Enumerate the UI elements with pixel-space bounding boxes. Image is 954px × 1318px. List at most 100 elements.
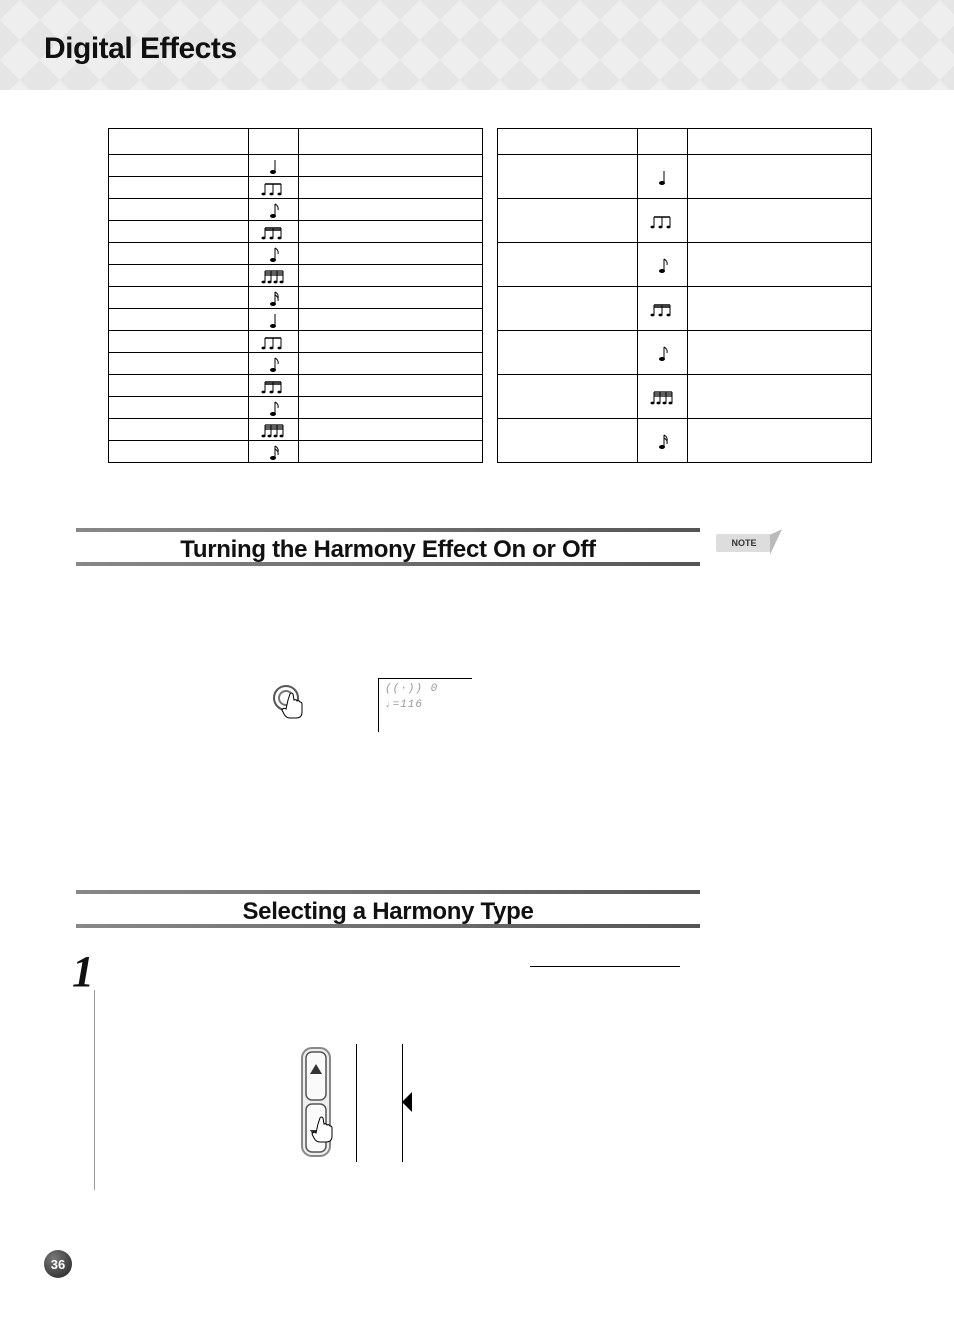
- music-note-icon: [656, 431, 670, 447]
- effect-name-cell: [109, 199, 249, 221]
- effect-name-cell: [109, 419, 249, 441]
- effect-name-cell: [498, 419, 638, 463]
- effect-desc-cell: [299, 353, 483, 375]
- note-badge: NOTE: [716, 534, 772, 552]
- lcd-display: ((·)) 0 ♩=116: [378, 678, 472, 732]
- effect-desc-cell: [299, 221, 483, 243]
- note-icon-cell: [249, 265, 299, 287]
- effect-name-cell: [109, 441, 249, 463]
- note-icon-cell: [249, 441, 299, 463]
- effect-name-cell: [498, 287, 638, 331]
- music-note-icon: [656, 343, 670, 359]
- note-icon-cell: [638, 419, 688, 463]
- table-row: [109, 199, 483, 221]
- music-note-icon: [267, 200, 281, 216]
- note-icon-cell: [249, 375, 299, 397]
- effect-name-cell: [109, 287, 249, 309]
- table-row: [109, 221, 483, 243]
- note-icon-cell: [249, 177, 299, 199]
- music-note-icon: [267, 288, 281, 304]
- effect-name-cell: [109, 265, 249, 287]
- note-icon-cell: [638, 155, 688, 199]
- note-icon-cell: [249, 199, 299, 221]
- effect-desc-cell: [688, 375, 872, 419]
- effect-name-cell: [109, 331, 249, 353]
- table-row: [109, 243, 483, 265]
- music-note-icon: [261, 266, 287, 282]
- note-icon-cell: [638, 331, 688, 375]
- note-icon-cell: [249, 419, 299, 441]
- effect-name-cell: [109, 353, 249, 375]
- table-row: [498, 243, 872, 287]
- press-button-illustration: [268, 682, 312, 726]
- effects-table-left: [108, 128, 483, 463]
- note-icon-cell: [249, 221, 299, 243]
- table-row: [109, 309, 483, 331]
- effect-name-cell: [498, 155, 638, 199]
- effect-name-cell: [498, 199, 638, 243]
- lcd-line2: ♩=116: [385, 699, 438, 711]
- table-row: [498, 155, 872, 199]
- note-icon-cell: [638, 199, 688, 243]
- up-down-control-illustration: [296, 1044, 354, 1162]
- table-row: [109, 441, 483, 463]
- effects-tables: [108, 128, 872, 463]
- table-row: [109, 331, 483, 353]
- music-note-icon: [267, 156, 281, 172]
- music-note-icon: [261, 332, 287, 348]
- effect-desc-cell: [299, 265, 483, 287]
- effect-desc-cell: [688, 199, 872, 243]
- section-title-select-harmony: Selecting a Harmony Type: [76, 898, 700, 926]
- effect-desc-cell: [299, 243, 483, 265]
- music-note-icon: [267, 244, 281, 260]
- effect-desc-cell: [688, 419, 872, 463]
- effect-desc-cell: [688, 155, 872, 199]
- effect-desc-cell: [299, 155, 483, 177]
- step-guide-line: [94, 990, 95, 1190]
- effects-table-right: [497, 128, 872, 463]
- effect-desc-cell: [299, 397, 483, 419]
- effect-name-cell: [109, 309, 249, 331]
- effect-name-cell: [109, 375, 249, 397]
- music-note-icon: [650, 387, 676, 403]
- music-note-icon: [656, 167, 670, 183]
- lcd-line1: ((·)) 0: [385, 683, 438, 695]
- section-rule: [76, 528, 700, 532]
- effect-desc-cell: [299, 331, 483, 353]
- note-icon-cell: [249, 353, 299, 375]
- note-icon-cell: [249, 243, 299, 265]
- effect-desc-cell: [299, 309, 483, 331]
- step-underline: [530, 966, 680, 967]
- note-label: NOTE: [731, 538, 756, 548]
- table-row: [498, 331, 872, 375]
- table-row: [109, 397, 483, 419]
- table-row: [109, 287, 483, 309]
- note-icon-cell: [249, 287, 299, 309]
- table-row: [109, 177, 483, 199]
- section-rule: [76, 890, 700, 894]
- note-icon-cell: [249, 309, 299, 331]
- table-row: [498, 419, 872, 463]
- music-note-icon: [650, 211, 676, 227]
- section-rule: [76, 924, 700, 928]
- music-note-icon: [267, 442, 281, 458]
- effect-desc-cell: [299, 177, 483, 199]
- music-note-icon: [261, 222, 287, 238]
- effect-desc-cell: [299, 419, 483, 441]
- music-note-icon: [261, 178, 287, 194]
- table-row: [109, 353, 483, 375]
- music-note-icon: [267, 354, 281, 370]
- effect-desc-cell: [688, 243, 872, 287]
- effect-name-cell: [109, 221, 249, 243]
- effect-name-cell: [498, 375, 638, 419]
- note-icon-cell: [638, 375, 688, 419]
- page-number: 36: [44, 1250, 72, 1278]
- note-icon-cell: [249, 331, 299, 353]
- table-row: [109, 265, 483, 287]
- table-row: [109, 375, 483, 397]
- effect-desc-cell: [299, 375, 483, 397]
- table-row: [498, 375, 872, 419]
- page-number-text: 36: [51, 1257, 65, 1272]
- table-row: [109, 155, 483, 177]
- note-icon-cell: [249, 397, 299, 419]
